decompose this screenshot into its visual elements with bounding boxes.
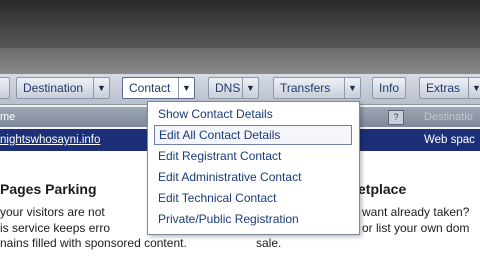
extras-menu-button[interactable]: Extras ▼ [419, 77, 480, 99]
contact-dropdown-menu: Show Contact Details Edit All Contact De… [147, 101, 360, 235]
chevron-down-icon[interactable]: ▼ [242, 78, 258, 98]
name-column-header[interactable]: me [0, 107, 15, 127]
menu-item-show-contact-details[interactable]: Show Contact Details [154, 105, 352, 125]
destination-column-header[interactable]: Destinatio [424, 107, 473, 127]
menu-item-edit-technical-contact[interactable]: Edit Technical Contact [154, 189, 352, 209]
help-icon[interactable]: ? [388, 110, 404, 125]
menu-item-edit-registrant-contact[interactable]: Edit Registrant Contact [154, 147, 352, 167]
parking-text-line: nains filled with sponsored content. [0, 236, 187, 250]
destination-menu-button[interactable]: Destination ▼ [16, 77, 110, 99]
menu-item-edit-administrative-contact[interactable]: Edit Administrative Contact [154, 168, 352, 188]
menu-item-private-public-registration[interactable]: Private/Public Registration [154, 210, 352, 230]
marketplace-text-line: or list your own dom [362, 221, 470, 235]
destination-button-label: Destination [23, 81, 84, 95]
contact-button-label: Contact [129, 81, 171, 95]
transfers-button-label: Transfers [280, 81, 331, 95]
parking-text-line: is service keeps erro [0, 221, 111, 235]
info-button-label: Info [379, 81, 400, 95]
top-banner [0, 0, 480, 74]
banner-shadow-strip [0, 48, 480, 74]
chevron-down-icon[interactable]: ▼ [344, 78, 360, 98]
contact-menu-button[interactable]: Contact ▼ [122, 77, 195, 99]
chevron-down-icon[interactable]: ▼ [468, 78, 480, 98]
transfers-menu-button[interactable]: Transfers ▼ [273, 77, 361, 99]
extras-button-label: Extras [426, 81, 461, 95]
chevron-down-icon[interactable]: ▼ [178, 78, 194, 98]
marketplace-text-line: want already taken? [362, 205, 470, 219]
dns-menu-button[interactable]: DNS ▼ [208, 77, 259, 99]
marketplace-heading: etplace [358, 181, 407, 197]
parking-heading: Pages Parking [0, 181, 97, 197]
dns-button-label: DNS [215, 81, 241, 95]
destination-cell: Web spac [424, 134, 475, 146]
chevron-down-icon[interactable]: ▼ [93, 78, 109, 98]
domain-link[interactable]: nightswhosayni.info [0, 129, 100, 151]
menu-item-edit-all-contact-details[interactable]: Edit All Contact Details [154, 125, 352, 145]
info-button[interactable]: Info [372, 77, 406, 99]
parking-text-line: your visitors are not [0, 205, 105, 219]
marketplace-text-line: sale. [256, 236, 282, 250]
toolbar-left-edge-button[interactable] [0, 77, 10, 99]
